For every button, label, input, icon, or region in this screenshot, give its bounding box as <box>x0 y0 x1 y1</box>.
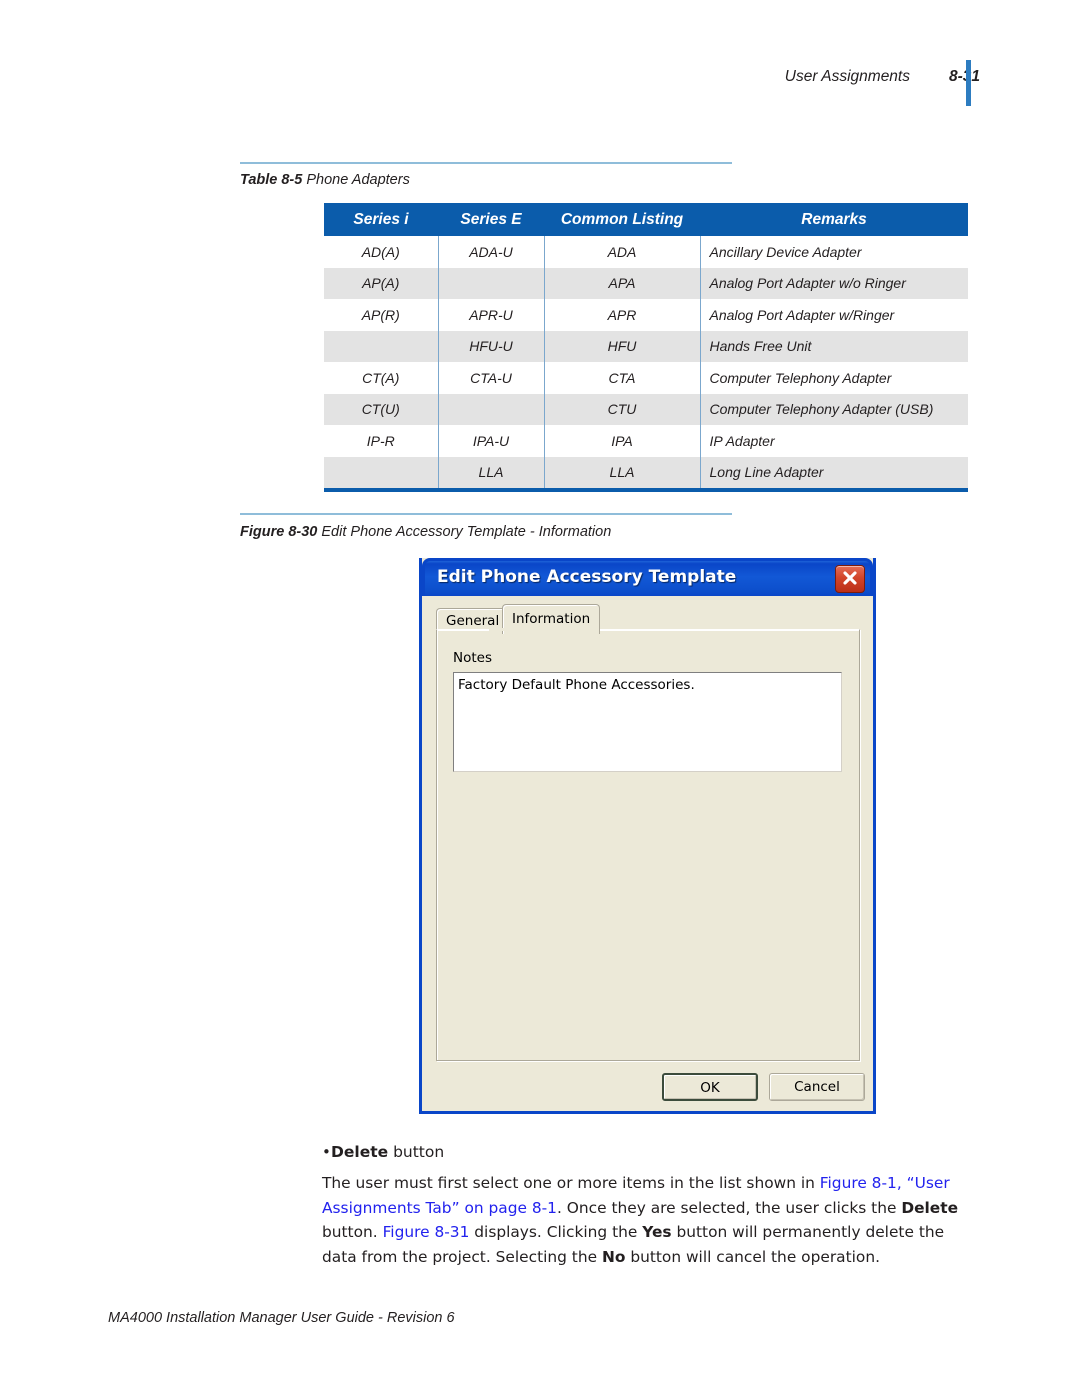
cell-series-i: AD(A) <box>324 236 439 268</box>
paragraph-text-4: displays. Clicking the <box>469 1223 643 1241</box>
page-header: User Assignments 8-31 <box>0 60 1080 106</box>
table-caption-lead: Table 8-5 <box>240 172 303 188</box>
cell-series-e: LLA <box>438 456 545 488</box>
table-caption-rule <box>240 162 732 164</box>
cell-series-e <box>438 267 545 299</box>
paragraph-text-6: button will cancel the operation. <box>625 1247 880 1266</box>
header-section-title: User Assignments <box>784 68 910 85</box>
cell-series-i: IP-R <box>324 425 439 457</box>
cell-common-listing: CTA <box>544 362 701 394</box>
cell-common-listing: LLA <box>544 456 701 488</box>
cell-series-i: AP(R) <box>324 299 439 331</box>
table-caption-text: Phone Adapters <box>306 172 410 188</box>
dialog-body: General Information Notes Factory Defaul… <box>422 596 873 1149</box>
cell-common-listing: HFU <box>544 330 701 362</box>
close-icon[interactable] <box>835 565 865 593</box>
figure-caption-text: Edit Phone Accessory Template - Informat… <box>321 524 612 540</box>
column-header-series-i: Series i <box>324 203 438 236</box>
table-row: AP(R) APR-U APR Analog Port Adapter w/Ri… <box>324 299 968 331</box>
header-page-number: 8-31 <box>948 68 980 85</box>
cancel-button[interactable]: Cancel <box>769 1073 865 1101</box>
cell-common-listing: IPA <box>544 425 701 457</box>
phone-adapters-table: Series i Series E Common Listing Remarks… <box>324 203 968 488</box>
cell-series-e: CTA-U <box>438 362 545 394</box>
table-row: CT(A) CTA-U CTA Computer Telephony Adapt… <box>324 362 968 394</box>
dialog-title: Edit Phone Accessory Template <box>437 567 737 587</box>
bullet-bold-label: Delete <box>331 1143 389 1161</box>
paragraph-text-3: button. <box>322 1223 383 1241</box>
tab-panel-information: Notes Factory Default Phone Accessories. <box>436 629 860 1061</box>
cell-series-i: CT(A) <box>324 362 439 394</box>
cell-remarks: Long Line Adapter <box>700 456 968 488</box>
delete-button-bullet: •Delete button <box>322 1143 444 1161</box>
table-row: CT(U) CTU Computer Telephony Adapter (US… <box>324 393 968 425</box>
bullet-icon: • <box>322 1143 331 1161</box>
table-row: LLA LLA Long Line Adapter <box>324 456 968 488</box>
cell-common-listing: ADA <box>544 236 701 268</box>
tab-panel-seam <box>489 628 568 631</box>
cell-remarks: Hands Free Unit <box>700 330 968 362</box>
cell-remarks: Computer Telephony Adapter (USB) <box>700 393 968 425</box>
ok-button[interactable]: OK <box>662 1073 758 1101</box>
cell-common-listing: CTU <box>544 393 701 425</box>
page-footer: MA4000 Installation Manager User Guide -… <box>108 1310 455 1326</box>
column-header-remarks: Remarks <box>700 203 968 236</box>
cell-series-i: CT(U) <box>324 393 439 425</box>
delete-button-description: The user must first select one or more i… <box>322 1171 968 1269</box>
cell-series-i <box>324 330 439 362</box>
table-body: AD(A) ADA-U ADA Ancillary Device Adapter… <box>324 236 968 488</box>
header-accent-bar <box>966 60 971 106</box>
cell-common-listing: APR <box>544 299 701 331</box>
notes-label: Notes <box>453 650 492 666</box>
bullet-rest-label: button <box>388 1143 445 1161</box>
cell-remarks: Analog Port Adapter w/Ringer <box>700 299 968 331</box>
column-header-series-e: Series E <box>438 203 544 236</box>
cell-series-e: ADA-U <box>438 236 545 268</box>
table-row: AD(A) ADA-U ADA Ancillary Device Adapter <box>324 236 968 268</box>
table-header-row: Series i Series E Common Listing Remarks <box>324 203 968 236</box>
column-header-common-listing: Common Listing <box>544 203 700 236</box>
edit-phone-accessory-template-dialog: Edit Phone Accessory Template General In… <box>419 558 876 1114</box>
dialog-titlebar[interactable]: Edit Phone Accessory Template <box>422 558 873 596</box>
dialog-button-row: OK Cancel <box>422 1073 873 1113</box>
cell-remarks: Ancillary Device Adapter <box>700 236 968 268</box>
cell-series-e: IPA-U <box>438 425 545 457</box>
cell-remarks: Computer Telephony Adapter <box>700 362 968 394</box>
yes-bold: Yes <box>642 1223 672 1241</box>
table-caption: Table 8-5 Phone Adapters <box>240 172 410 188</box>
notes-textarea[interactable]: Factory Default Phone Accessories. <box>453 672 842 772</box>
cell-remarks: IP Adapter <box>700 425 968 457</box>
table-row: HFU-U HFU Hands Free Unit <box>324 330 968 362</box>
cell-remarks: Analog Port Adapter w/o Ringer <box>700 267 968 299</box>
figure-caption-rule <box>240 513 732 515</box>
table-row: IP-R IPA-U IPA IP Adapter <box>324 425 968 457</box>
figure-caption: Figure 8-30 Edit Phone Accessory Templat… <box>240 524 611 540</box>
paragraph-text-2: . Once they are selected, the user click… <box>556 1198 902 1217</box>
figure-caption-lead: Figure 8-30 <box>240 524 318 540</box>
table-row: AP(A) APA Analog Port Adapter w/o Ringer <box>324 267 968 299</box>
no-bold: No <box>601 1247 626 1266</box>
cell-common-listing: APA <box>544 267 701 299</box>
cell-series-e <box>438 393 545 425</box>
table-bottom-rule <box>324 488 968 492</box>
cell-series-i: AP(A) <box>324 267 439 299</box>
cell-series-i <box>324 456 439 488</box>
cell-series-e: APR-U <box>438 299 545 331</box>
cell-series-e: HFU-U <box>438 330 545 362</box>
delete-bold: Delete <box>901 1198 959 1217</box>
xref-figure-8-31[interactable]: Figure 8-31 <box>383 1223 470 1241</box>
paragraph-text-1: The user must first select one or more i… <box>322 1174 820 1192</box>
